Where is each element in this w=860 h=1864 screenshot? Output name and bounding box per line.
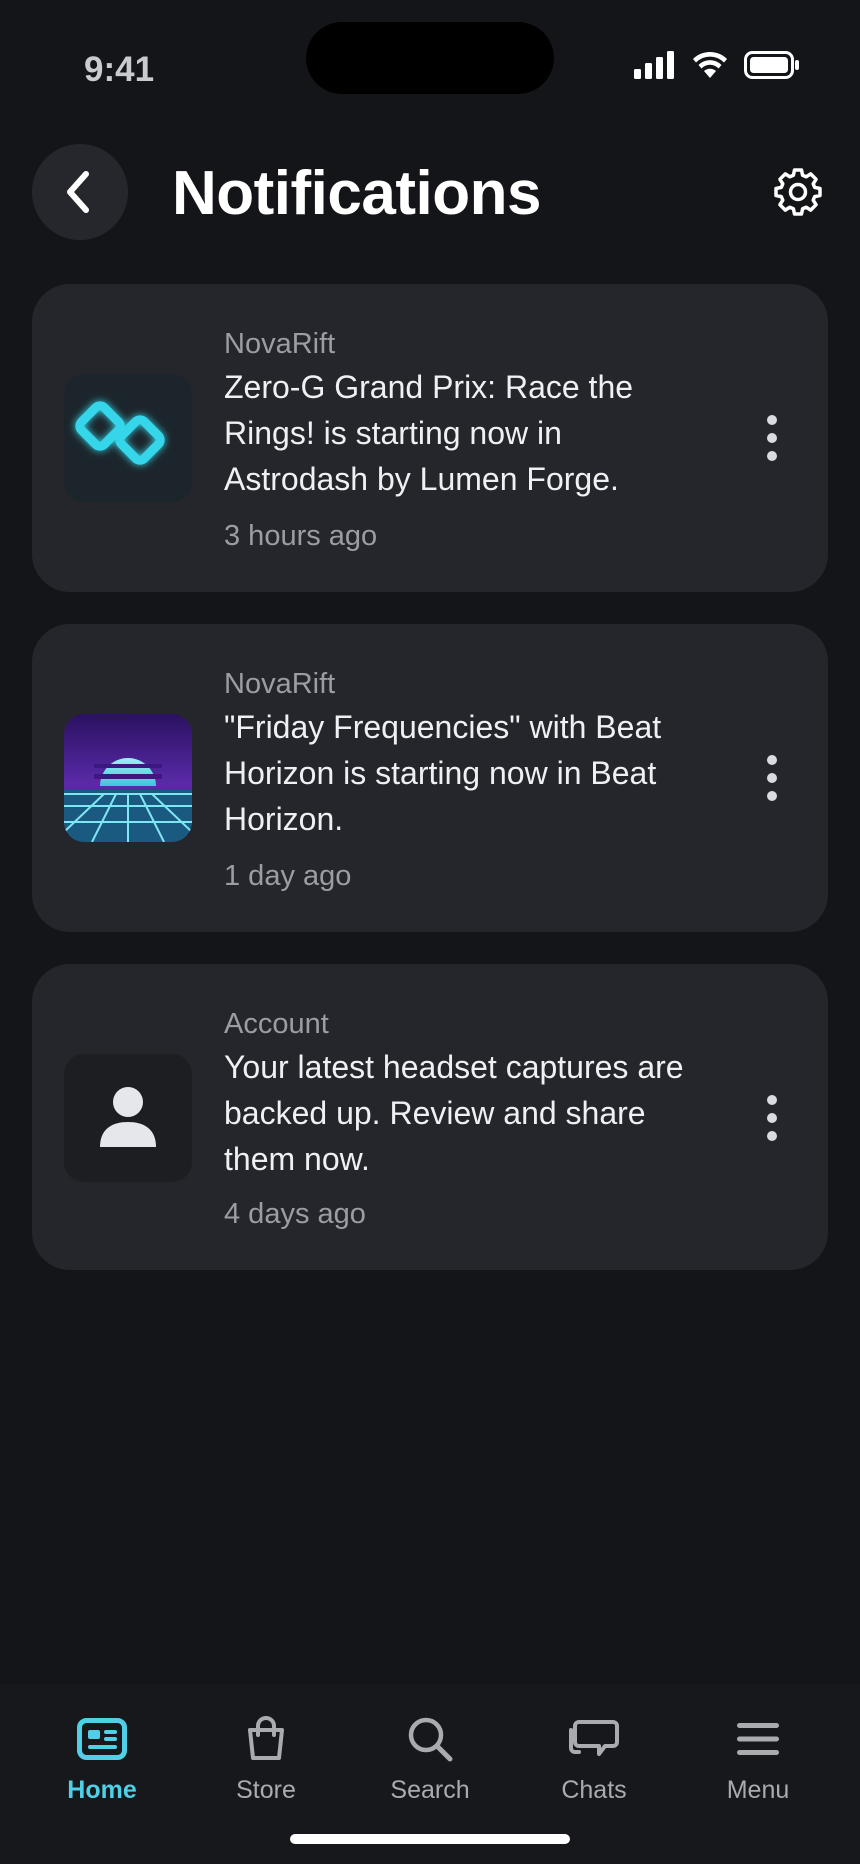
settings-button[interactable] [768, 162, 828, 222]
nav-label: Chats [561, 1776, 627, 1804]
nav-item-chats[interactable]: Chats [512, 1684, 676, 1814]
more-vertical-icon [767, 415, 777, 425]
signal-icon [634, 51, 674, 79]
page-title: Notifications [172, 159, 541, 228]
status-icons [634, 48, 800, 82]
notification-card[interactable]: Account Your latest headset captures are… [32, 964, 828, 1270]
more-options-button[interactable] [752, 408, 792, 468]
more-vertical-icon [767, 755, 777, 765]
astrodash-rings-icon [64, 374, 192, 502]
back-button[interactable] [32, 144, 128, 240]
home-feed-icon [75, 1712, 129, 1766]
nav-item-home[interactable]: Home [20, 1684, 184, 1814]
notification-source: Account [224, 1008, 329, 1040]
nav-item-search[interactable]: Search [348, 1684, 512, 1814]
notification-time: 4 days ago [224, 1198, 366, 1230]
wifi-icon [693, 51, 727, 78]
nav-label: Store [236, 1776, 296, 1804]
more-options-button[interactable] [752, 748, 792, 808]
notification-card[interactable]: NovaRift Zero-G Grand Prix: Race the Rin… [32, 284, 828, 592]
dynamic-island [306, 22, 554, 94]
more-options-button[interactable] [752, 1088, 792, 1148]
shopping-bag-icon [239, 1712, 293, 1766]
nav-label: Home [67, 1776, 137, 1804]
chevron-left-icon [67, 171, 89, 213]
notification-message: Zero-G Grand Prix: Race the Rings! is st… [224, 369, 634, 497]
status-bar: 9:41 [0, 0, 860, 100]
nav-label: Search [390, 1776, 470, 1804]
beat-horizon-synthwave-icon [64, 714, 192, 842]
nav-item-menu[interactable]: Menu [676, 1684, 840, 1814]
notification-message: Your latest headset captures are backed … [224, 1049, 684, 1177]
notification-time: 1 day ago [224, 860, 352, 892]
more-vertical-icon [767, 1095, 777, 1105]
notification-message: "Friday Frequencies" with Beat Horizon i… [224, 709, 662, 837]
notification-time: 3 hours ago [224, 520, 378, 552]
nav-item-store[interactable]: Store [184, 1684, 348, 1814]
chat-bubbles-icon [567, 1712, 621, 1766]
gear-icon [774, 168, 822, 216]
person-icon [64, 1054, 192, 1182]
notification-source: NovaRift [224, 668, 336, 700]
notification-source: NovaRift [224, 328, 336, 360]
hamburger-menu-icon [731, 1712, 785, 1766]
battery-icon [744, 51, 799, 79]
nav-label: Menu [726, 1776, 790, 1804]
status-time: 9:41 [84, 50, 155, 89]
home-indicator [290, 1834, 570, 1844]
search-icon [403, 1712, 457, 1766]
notification-card[interactable]: NovaRift "Friday Frequencies" with Beat … [32, 624, 828, 932]
